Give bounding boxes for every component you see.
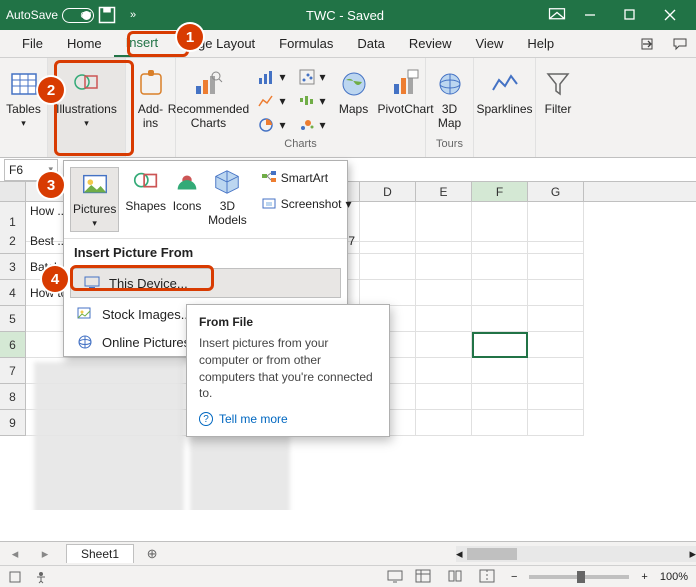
ribbon-options-icon[interactable] <box>547 5 567 25</box>
screenshot-button[interactable]: Screenshot ▾ <box>257 193 356 215</box>
minimize-button[interactable] <box>570 0 610 30</box>
chart-type-4[interactable]: ▾ <box>294 66 330 88</box>
col-header-e[interactable]: E <box>416 182 472 201</box>
tab-formulas[interactable]: Formulas <box>267 30 345 57</box>
col-header-f[interactable]: F <box>472 182 528 201</box>
share-button[interactable] <box>632 30 664 57</box>
sheet-tab-1[interactable]: Sheet1 <box>66 544 134 563</box>
record-macro-icon[interactable] <box>8 570 22 584</box>
tab-view[interactable]: View <box>463 30 515 57</box>
table-icon <box>8 68 40 100</box>
ribbon-tabs: File Home Insert Page Layout Formulas Da… <box>0 30 696 58</box>
device-icon <box>83 274 101 292</box>
insert-picture-from-header: Insert Picture From <box>64 238 347 266</box>
chevron-down-icon: ▾ <box>84 118 89 129</box>
chart-type-5[interactable]: ▾ <box>294 90 330 112</box>
status-bar: − + 100% <box>0 565 696 587</box>
chevron-down-icon: ▾ <box>21 118 26 129</box>
ribbon: Tables ▾ Illustrations ▾ Add- ins Recomm… <box>0 58 696 158</box>
close-button[interactable] <box>650 0 690 30</box>
map3d-icon <box>434 68 466 100</box>
tooltip-from-file: From File Insert pictures from your comp… <box>186 304 390 437</box>
sparklines-button[interactable]: Sparklines <box>477 62 533 136</box>
accessibility-icon[interactable] <box>34 570 48 584</box>
maps-icon <box>338 68 370 100</box>
display-settings-icon[interactable] <box>387 570 403 584</box>
chart-type-6[interactable]: ▾ <box>294 114 330 136</box>
globe-icon <box>76 333 94 351</box>
chart-type-1[interactable]: ▾ <box>253 66 289 88</box>
stock-icon <box>76 305 94 323</box>
sparklines-icon <box>489 68 521 100</box>
col-header-d[interactable]: D <box>360 182 416 201</box>
pivotchart-icon <box>390 68 422 100</box>
pictures-button[interactable]: Pictures ▾ <box>70 167 119 232</box>
help-icon: ? <box>199 412 213 426</box>
tab-review[interactable]: Review <box>397 30 464 57</box>
shapes-icon <box>131 167 161 197</box>
col-header-g[interactable]: G <box>528 182 584 201</box>
tab-help[interactable]: Help <box>515 30 566 57</box>
tell-me-more-link[interactable]: ? Tell me more <box>199 412 377 426</box>
tab-data[interactable]: Data <box>345 30 396 57</box>
tours-group-label: Tours <box>436 138 463 153</box>
active-cell[interactable] <box>472 332 528 358</box>
smartart-button[interactable]: SmartArt <box>257 167 356 189</box>
save-icon[interactable] <box>97 5 117 25</box>
zoom-out-button[interactable]: − <box>511 571 517 583</box>
illustrations-icon <box>71 68 103 100</box>
icons-icon <box>172 167 202 197</box>
tab-file[interactable]: File <box>10 30 55 57</box>
sheet-tabs-bar: ◂▸ Sheet1 ⊕ ◂▸ <box>0 541 696 565</box>
sheet-nav[interactable]: ◂▸ <box>0 546 60 562</box>
zoom-level[interactable]: 100% <box>660 571 688 583</box>
chart-type-2[interactable]: ▾ <box>253 90 289 112</box>
select-all-corner[interactable] <box>0 182 26 201</box>
filters-button[interactable]: Filter <box>538 62 578 136</box>
normal-view-button[interactable] <box>415 569 435 585</box>
tables-button[interactable]: Tables ▾ <box>0 62 48 136</box>
recommended-charts-button[interactable]: Recommended Charts <box>167 62 249 136</box>
tooltip-title: From File <box>199 315 377 329</box>
titlebar: AutoSave Off » TWC - Saved <box>0 0 696 30</box>
autosave[interactable]: AutoSave Off <box>6 8 94 23</box>
page-layout-view-button[interactable] <box>447 569 467 585</box>
this-device-item[interactable]: This Device... <box>70 268 341 298</box>
tab-home[interactable]: Home <box>55 30 114 57</box>
addins-icon <box>135 68 167 100</box>
tab-insert[interactable]: Insert <box>114 30 171 57</box>
horizontal-scrollbar[interactable]: ◂▸ <box>456 546 696 562</box>
add-sheet-button[interactable]: ⊕ <box>140 546 164 562</box>
qat-overflow-icon[interactable]: » <box>123 5 143 25</box>
zoom-slider[interactable] <box>529 575 629 579</box>
badge-3: 3 <box>38 172 64 198</box>
badge-1: 1 <box>177 24 203 50</box>
map3d-button[interactable]: 3D Map <box>426 62 474 136</box>
charts-group-label: Charts <box>284 138 316 153</box>
cube-icon <box>212 167 242 197</box>
autosave-toggle[interactable]: Off <box>62 8 94 23</box>
shapes-button[interactable]: Shapes <box>125 167 166 232</box>
pictures-icon <box>80 170 110 200</box>
models3d-button[interactable]: 3D Models <box>208 167 247 232</box>
badge-2: 2 <box>38 77 64 103</box>
document-title: TWC - Saved <box>146 8 544 23</box>
page-break-view-button[interactable] <box>479 569 499 585</box>
zoom-in-button[interactable]: + <box>641 571 647 583</box>
filter-icon <box>542 68 574 100</box>
badge-4: 4 <box>42 266 68 292</box>
comments-button[interactable] <box>664 30 696 57</box>
maps-button[interactable]: Maps <box>334 62 374 136</box>
autosave-label: AutoSave <box>6 8 58 22</box>
recommended-charts-icon <box>192 68 224 100</box>
illustrations-button[interactable]: Illustrations ▾ <box>52 62 122 136</box>
icons-button[interactable]: Icons <box>172 167 202 232</box>
maximize-button[interactable] <box>610 0 650 30</box>
chart-type-3[interactable]: ▾ <box>253 114 289 136</box>
tooltip-body: Insert pictures from your computer or fr… <box>199 335 377 402</box>
